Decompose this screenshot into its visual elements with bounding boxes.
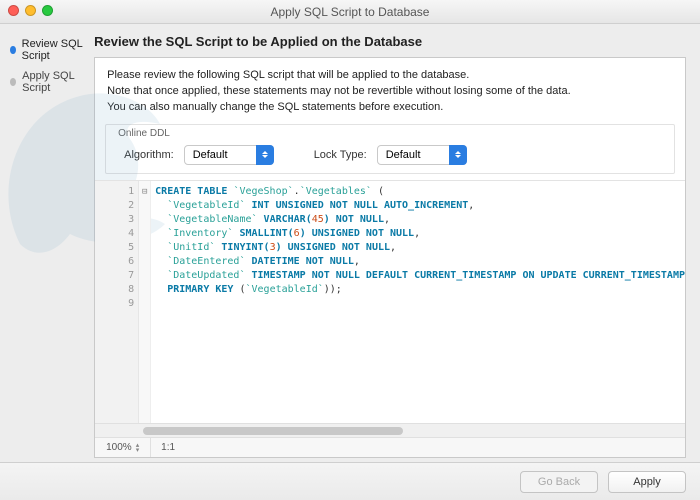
apply-button[interactable]: Apply xyxy=(608,471,686,493)
step-review-sql[interactable]: Review SQL Script xyxy=(10,38,86,62)
fold-gutter[interactable]: ⊟ xyxy=(139,181,151,423)
step-apply-sql[interactable]: Apply SQL Script xyxy=(10,70,86,94)
cursor-position: 1:1 xyxy=(151,442,185,453)
step-bullet-icon xyxy=(10,78,16,86)
sql-editor[interactable]: 123456789 ⊟ CREATE TABLE `VegeShop`.`Veg… xyxy=(95,180,685,423)
locktype-select-wrap: Default xyxy=(377,145,467,165)
step-label: Review SQL Script xyxy=(22,38,87,62)
dialog-footer: Go Back Apply xyxy=(0,462,700,500)
instruction-line: Please review the following SQL script t… xyxy=(107,68,673,83)
window-controls xyxy=(8,5,53,16)
fold-collapse-icon[interactable]: ⊟ xyxy=(142,187,147,197)
instructions-text: Please review the following SQL script t… xyxy=(95,58,685,122)
zoom-control[interactable]: 100% ▴▾ xyxy=(95,438,151,457)
step-label: Apply SQL Script xyxy=(22,70,86,94)
titlebar: Apply SQL Script to Database xyxy=(0,0,700,24)
line-number-gutter: 123456789 xyxy=(95,181,139,423)
group-label: Online DDL xyxy=(114,128,174,139)
step-bullet-icon xyxy=(10,46,16,54)
algorithm-select-wrap: Default xyxy=(184,145,274,165)
instruction-line: Note that once applied, these statements… xyxy=(107,84,673,99)
algorithm-select[interactable]: Default xyxy=(184,145,274,165)
online-ddl-group: Online DDL Algorithm: Default Lock Type:… xyxy=(105,124,675,174)
instruction-line: You can also manually change the SQL sta… xyxy=(107,100,673,115)
zoom-icon[interactable] xyxy=(42,5,53,16)
page-title: Review the SQL Script to be Applied on t… xyxy=(94,34,686,49)
go-back-button[interactable]: Go Back xyxy=(520,471,598,493)
algorithm-label: Algorithm: xyxy=(124,149,174,161)
locktype-label: Lock Type: xyxy=(314,149,367,161)
code-area[interactable]: CREATE TABLE `VegeShop`.`Vegetables` ( `… xyxy=(151,181,685,423)
zoom-value: 100% xyxy=(106,442,132,453)
close-icon[interactable] xyxy=(8,5,19,16)
minimize-icon[interactable] xyxy=(25,5,36,16)
wizard-steps-sidebar: Review SQL Script Apply SQL Script xyxy=(0,24,94,462)
horizontal-scrollbar[interactable] xyxy=(95,423,685,437)
editor-statusbar: 100% ▴▾ 1:1 xyxy=(95,437,685,457)
scrollbar-thumb[interactable] xyxy=(143,427,403,435)
review-panel: Please review the following SQL script t… xyxy=(94,57,686,458)
locktype-select[interactable]: Default xyxy=(377,145,467,165)
window-title: Apply SQL Script to Database xyxy=(271,5,430,19)
stepper-icon[interactable]: ▴▾ xyxy=(136,443,140,453)
